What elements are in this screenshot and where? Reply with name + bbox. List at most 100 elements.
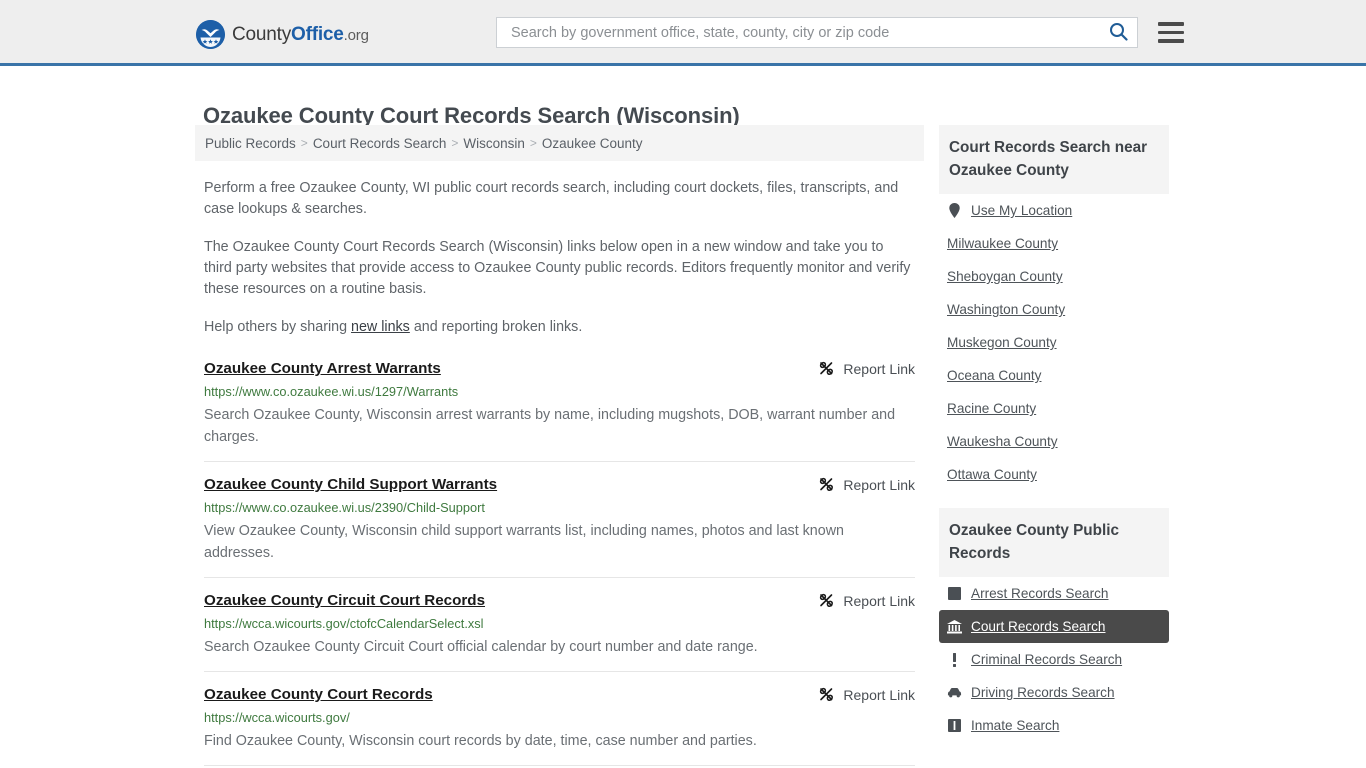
sidebar-item-sheboygan-county[interactable]: Sheboygan County bbox=[939, 260, 1169, 293]
intro-text-after: and reporting broken links. bbox=[410, 319, 582, 335]
broken-link-icon bbox=[818, 592, 835, 609]
report-link-label: Report Link bbox=[843, 593, 915, 609]
breadcrumb-separator: > bbox=[530, 136, 537, 150]
result-title-link[interactable]: Ozaukee County Arrest Warrants bbox=[204, 360, 441, 377]
report-link-button[interactable]: Report Link bbox=[818, 360, 915, 377]
broken-link-icon bbox=[818, 360, 835, 377]
breadcrumb-separator: > bbox=[301, 136, 308, 150]
sidebar-link-label[interactable]: Waukesha County bbox=[947, 434, 1058, 449]
result-title-link[interactable]: Ozaukee County Court Records bbox=[204, 686, 433, 703]
search-input[interactable] bbox=[509, 24, 1105, 42]
hamburger-menu-icon[interactable] bbox=[1158, 22, 1184, 43]
sidebar-item-washington-county[interactable]: Washington County bbox=[939, 293, 1169, 326]
sidebar-public-records-list: Arrest Records Search Court Records Sear… bbox=[939, 577, 1169, 742]
breadcrumb-separator: > bbox=[451, 136, 458, 150]
intro-text-before: Help others by sharing bbox=[204, 319, 351, 335]
broken-link-icon bbox=[818, 476, 835, 493]
intro-paragraph-3: Help others by sharing new links and rep… bbox=[204, 317, 915, 338]
logo-word-office: Office bbox=[291, 24, 344, 45]
sidebar-link-label[interactable]: Criminal Records Search bbox=[971, 652, 1122, 667]
sidebar-link-label[interactable]: Sheboygan County bbox=[947, 269, 1063, 284]
hamburger-bar bbox=[1158, 22, 1184, 26]
result-item: Ozaukee County Circuit Court Records Rep… bbox=[204, 578, 915, 672]
result-description: Search Ozaukee County Circuit Court offi… bbox=[204, 636, 915, 658]
sidebar-link-label[interactable]: Racine County bbox=[947, 401, 1036, 416]
report-link-button[interactable]: Report Link bbox=[818, 592, 915, 609]
sidebar-link-label[interactable]: Inmate Search bbox=[971, 718, 1059, 733]
result-url[interactable]: https://www.co.ozaukee.wi.us/2390/Child-… bbox=[204, 500, 915, 515]
intro-paragraph-1: Perform a free Ozaukee County, WI public… bbox=[204, 178, 915, 220]
sidebar-link-label[interactable]: Court Records Search bbox=[971, 619, 1105, 634]
sidebar-item-arrest-records-search[interactable]: Arrest Records Search bbox=[939, 577, 1169, 610]
new-links-link[interactable]: new links bbox=[351, 319, 410, 335]
result-description: View Ozaukee County, Wisconsin child sup… bbox=[204, 520, 915, 564]
logo-word-org: .org bbox=[344, 27, 369, 44]
report-link-button[interactable]: Report Link bbox=[818, 686, 915, 703]
sidebar-link-label[interactable]: Arrest Records Search bbox=[971, 586, 1109, 601]
sidebar-spacer bbox=[939, 491, 1169, 508]
sidebar-item-driving-records-search[interactable]: Driving Records Search bbox=[939, 676, 1169, 709]
breadcrumb: Public Records > Court Records Search > … bbox=[195, 125, 924, 161]
exclamation-icon bbox=[947, 653, 962, 667]
intro-section: Perform a free Ozaukee County, WI public… bbox=[195, 178, 924, 338]
sidebar-item-criminal-records-search[interactable]: Criminal Records Search bbox=[939, 643, 1169, 676]
result-url[interactable]: https://wcca.wicourts.gov/ bbox=[204, 710, 915, 725]
courthouse-icon bbox=[947, 620, 962, 634]
sidebar-nearby-list: Use My Location Milwaukee County Sheboyg… bbox=[939, 194, 1169, 491]
main-content-column: Public Records > Court Records Search > … bbox=[195, 125, 924, 768]
search-box[interactable] bbox=[496, 17, 1138, 48]
sidebar-item-milwaukee-county[interactable]: Milwaukee County bbox=[939, 227, 1169, 260]
breadcrumb-item-public-records[interactable]: Public Records bbox=[205, 136, 296, 151]
hamburger-bar bbox=[1158, 39, 1184, 43]
search-button[interactable] bbox=[1105, 20, 1131, 46]
result-url[interactable]: https://wcca.wicourts.gov/ctofcCalendarS… bbox=[204, 616, 915, 631]
sidebar-item-use-my-location[interactable]: Use My Location bbox=[939, 194, 1169, 227]
broken-link-icon bbox=[818, 686, 835, 703]
report-link-label: Report Link bbox=[843, 361, 915, 377]
result-title-link[interactable]: Ozaukee County Circuit Court Records bbox=[204, 592, 485, 609]
result-title-link[interactable]: Ozaukee County Child Support Warrants bbox=[204, 476, 497, 493]
report-link-label: Report Link bbox=[843, 687, 915, 703]
car-icon bbox=[947, 687, 962, 698]
hamburger-bar bbox=[1158, 31, 1184, 35]
sidebar-link-label[interactable]: Muskegon County bbox=[947, 335, 1057, 350]
sidebar-item-court-records-search[interactable]: Court Records Search bbox=[939, 610, 1169, 643]
sidebar-item-inmate-search[interactable]: Inmate Search bbox=[939, 709, 1169, 742]
sidebar-heading-public-records: Ozaukee County Public Records bbox=[939, 508, 1169, 577]
result-item: Ozaukee County Court Records Report Link… bbox=[204, 672, 915, 766]
site-logo[interactable]: CountyOffice.org bbox=[196, 20, 369, 49]
sidebar-item-racine-county[interactable]: Racine County bbox=[939, 392, 1169, 425]
sidebar-link-label[interactable]: Oceana County bbox=[947, 368, 1041, 383]
site-header: CountyOffice.org bbox=[0, 0, 1366, 66]
intro-paragraph-2: The Ozaukee County Court Records Search … bbox=[204, 237, 915, 300]
logo-wordmark: CountyOffice.org bbox=[232, 25, 369, 44]
result-url[interactable]: https://www.co.ozaukee.wi.us/1297/Warran… bbox=[204, 384, 915, 399]
fingerprint-square-icon bbox=[947, 587, 962, 600]
sidebar: Court Records Search near Ozaukee County… bbox=[939, 125, 1169, 742]
breadcrumb-item-court-records-search[interactable]: Court Records Search bbox=[313, 136, 447, 151]
result-item: Ozaukee County Child Support Warrants Re… bbox=[204, 462, 915, 578]
result-item: Ozaukee County Arrest Warrants Report Li… bbox=[204, 351, 915, 462]
sidebar-link-label[interactable]: Driving Records Search bbox=[971, 685, 1115, 700]
sidebar-item-ottawa-county[interactable]: Ottawa County bbox=[939, 458, 1169, 491]
result-description: Find Ozaukee County, Wisconsin court rec… bbox=[204, 730, 915, 752]
sidebar-item-oceana-county[interactable]: Oceana County bbox=[939, 359, 1169, 392]
jail-icon bbox=[947, 719, 962, 732]
sidebar-link-label[interactable]: Ottawa County bbox=[947, 467, 1037, 482]
eagle-stars-emblem-icon bbox=[196, 20, 225, 49]
result-description: Search Ozaukee County, Wisconsin arrest … bbox=[204, 404, 915, 448]
sidebar-heading-nearby: Court Records Search near Ozaukee County bbox=[939, 125, 1169, 194]
sidebar-item-waukesha-county[interactable]: Waukesha County bbox=[939, 425, 1169, 458]
map-pin-icon bbox=[947, 203, 962, 218]
sidebar-link-label[interactable]: Use My Location bbox=[971, 203, 1072, 218]
breadcrumb-item-wisconsin[interactable]: Wisconsin bbox=[463, 136, 525, 151]
sidebar-link-label[interactable]: Washington County bbox=[947, 302, 1065, 317]
search-icon bbox=[1109, 22, 1128, 44]
report-link-label: Report Link bbox=[843, 477, 915, 493]
report-link-button[interactable]: Report Link bbox=[818, 476, 915, 493]
results-list: Ozaukee County Arrest Warrants Report Li… bbox=[195, 351, 924, 768]
sidebar-link-label[interactable]: Milwaukee County bbox=[947, 236, 1058, 251]
breadcrumb-item-ozaukee-county[interactable]: Ozaukee County bbox=[542, 136, 643, 151]
sidebar-item-muskegon-county[interactable]: Muskegon County bbox=[939, 326, 1169, 359]
header-search-area bbox=[496, 17, 1184, 48]
